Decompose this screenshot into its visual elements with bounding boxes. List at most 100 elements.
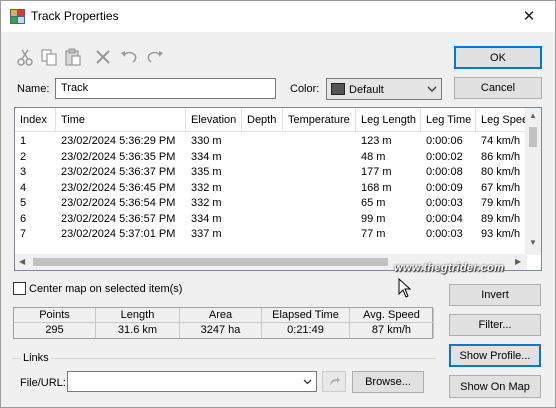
table-cell: 67 km/h: [481, 181, 521, 194]
stat-cell: Area 3247 ha: [180, 308, 262, 338]
scroll-left-icon[interactable]: ◀: [19, 257, 25, 266]
table-cell: 337 m: [191, 228, 222, 240]
vertical-scroll-thumb[interactable]: [529, 127, 537, 147]
close-button[interactable]: ✕: [509, 3, 549, 29]
table-cell: 79 km/h: [481, 197, 521, 209]
center-map-checkbox[interactable]: [13, 282, 26, 295]
column-header[interactable]: Time: [56, 108, 186, 132]
table-cell: 0:00:03: [426, 197, 463, 209]
table-cell: 23/02/2024 5:37:01 PM: [61, 228, 176, 240]
center-map-label: Center map on selected item(s): [29, 283, 183, 295]
table-cell: 123 m: [361, 135, 392, 147]
table-cell: 168 m: [361, 181, 392, 194]
table-cell: 0:00:09: [426, 181, 463, 194]
table-cell: 99 m: [361, 212, 386, 225]
table-row[interactable]: 5 23/02/2024 5:36:54 PM 332 m 65 m 0:00:03 79…: [15, 195, 527, 211]
table-cell: 77 m: [361, 228, 386, 240]
table-cell: 5: [20, 197, 27, 209]
stat-cell: Avg. Speed 87 km/h: [350, 308, 434, 338]
title-bar: Track Properties ✕: [1, 1, 555, 32]
table-cell: 23/02/2024 5:36:37 PM: [61, 166, 176, 178]
column-header[interactable]: Elevation: [186, 108, 242, 132]
table-cell: 6: [20, 212, 27, 225]
stat-label: Area: [180, 309, 261, 323]
table-row[interactable]: 7 23/02/2024 5:37:01 PM 337 m 77 m 0:00:03 93…: [15, 226, 527, 242]
file-url-input[interactable]: [67, 371, 317, 392]
watermark-text: www.thegtrider.com: [394, 262, 505, 274]
track-properties-dialog: Track Properties ✕ OK Cancel Name: Track…: [0, 0, 556, 408]
column-header[interactable]: Leg Time: [421, 108, 476, 132]
table-row[interactable]: 4 23/02/2024 5:36:45 PM 332 m 168 m 0:00:09 6…: [15, 180, 527, 196]
scroll-right-icon[interactable]: ▶: [515, 257, 521, 266]
ok-button[interactable]: OK: [454, 46, 542, 69]
stat-cell: Elapsed Time 0:21:49: [262, 308, 350, 338]
table-cell: 0:00:02: [426, 150, 463, 163]
table-row[interactable]: 2 23/02/2024 5:36:35 PM 334 m 48 m 0:00:02 86…: [15, 149, 527, 165]
table-row[interactable]: 6 23/02/2024 5:36:57 PM 334 m 99 m 0:00:04 89…: [15, 211, 527, 227]
copy-icon[interactable]: [39, 47, 59, 67]
close-icon: ✕: [522, 8, 536, 25]
stat-label: Length: [96, 309, 179, 323]
list-rows: 1 23/02/2024 5:36:29 PM 330 m 123 m 0:00:06 7…: [15, 133, 527, 242]
table-cell: 4: [20, 181, 27, 194]
table-cell: 0:00:03: [426, 228, 463, 240]
scroll-up-icon[interactable]: ▲: [529, 111, 537, 120]
undo-icon[interactable]: [119, 47, 139, 67]
show-profile-button[interactable]: Show Profile...: [449, 344, 541, 367]
table-cell: 74 km/h: [481, 135, 521, 147]
table-cell: 80 km/h: [481, 166, 521, 178]
redo-icon[interactable]: [145, 47, 165, 67]
stat-value: 31.6 km: [117, 324, 158, 336]
column-header[interactable]: Temperature: [283, 108, 356, 132]
scroll-down-icon[interactable]: ▼: [529, 238, 537, 247]
stat-value: 87 km/h: [371, 324, 412, 336]
name-input[interactable]: Track: [55, 78, 276, 99]
stat-cell: Length 31.6 km: [96, 308, 180, 338]
table-cell: 330 m: [191, 135, 222, 147]
track-app-icon: [10, 9, 25, 24]
table-row[interactable]: 3 23/02/2024 5:36:37 PM 335 m 177 m 0:00:08 8…: [15, 164, 527, 180]
vertical-scrollbar[interactable]: ▲ ▼: [525, 108, 541, 255]
track-points-list[interactable]: Index Time Elevation Depth Temperature Leg Le…: [14, 107, 542, 271]
open-link-button[interactable]: [322, 371, 346, 392]
column-header[interactable]: Leg Speed: [476, 108, 527, 132]
table-cell: 332 m: [191, 181, 222, 194]
table-cell: 1: [20, 135, 27, 147]
paste-icon[interactable]: [63, 47, 83, 67]
table-cell: 177 m: [361, 166, 392, 178]
list-header: Index Time Elevation Depth Temperature Leg Le…: [15, 108, 527, 132]
table-row[interactable]: 1 23/02/2024 5:36:29 PM 330 m 123 m 0:00:06 7…: [15, 133, 527, 149]
horizontal-scroll-thumb[interactable]: [33, 258, 388, 266]
file-url-label: File/URL:: [20, 377, 66, 389]
table-cell: 23/02/2024 5:36:35 PM: [61, 150, 176, 163]
cancel-button[interactable]: Cancel: [454, 77, 542, 99]
color-swatch: [331, 83, 345, 95]
invert-button[interactable]: Invert: [449, 284, 541, 306]
show-on-map-button[interactable]: Show On Map: [449, 375, 541, 398]
stat-label: Elapsed Time: [262, 309, 349, 323]
window-title: Track Properties: [31, 9, 119, 23]
links-group-label: Links: [21, 352, 51, 364]
table-cell: 0:00:04: [426, 212, 463, 225]
filter-button[interactable]: Filter...: [449, 314, 541, 336]
name-label: Name:: [17, 83, 50, 95]
table-cell: 93 km/h: [481, 228, 521, 240]
color-label: Color:: [290, 83, 320, 95]
color-dropdown[interactable]: Default: [326, 78, 442, 100]
table-cell: 89 km/h: [481, 212, 521, 225]
delete-icon[interactable]: [93, 47, 113, 67]
chevron-down-icon[interactable]: [302, 376, 313, 387]
browse-button[interactable]: Browse...: [352, 371, 424, 393]
table-cell: 23/02/2024 5:36:54 PM: [61, 197, 176, 209]
table-cell: 0:00:06: [426, 135, 463, 147]
table-cell: 334 m: [191, 150, 222, 163]
column-header[interactable]: Leg Length: [356, 108, 421, 132]
cut-icon[interactable]: [15, 47, 35, 67]
table-cell: 65 m: [361, 197, 386, 209]
stat-value: 295: [45, 324, 64, 336]
column-header[interactable]: Index: [15, 108, 56, 132]
stat-label: Avg. Speed: [350, 309, 433, 323]
stat-label: Points: [14, 309, 95, 323]
column-header[interactable]: Depth: [242, 108, 283, 132]
stat-cell: Points 295: [14, 308, 96, 338]
